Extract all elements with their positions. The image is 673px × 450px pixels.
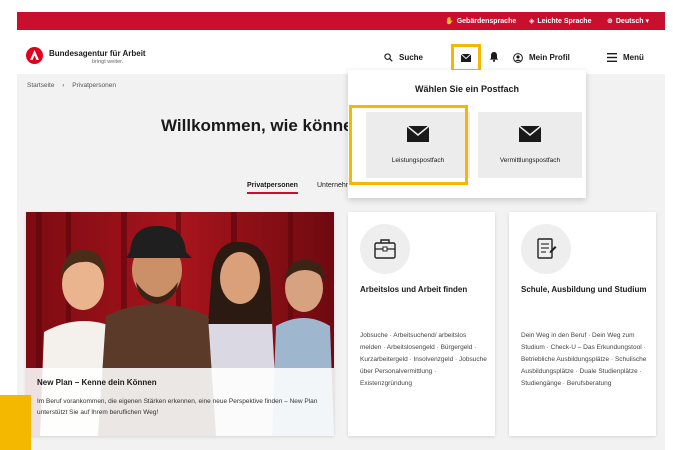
document-icon: [521, 224, 571, 274]
globe-icon: ⊕: [607, 18, 613, 25]
bell-icon[interactable]: [489, 51, 499, 62]
vermittlungspostfach-option[interactable]: Vermittlungspostfach: [478, 112, 582, 178]
highlight-marker: [0, 395, 31, 450]
menu-button[interactable]: Menü: [607, 53, 644, 63]
search-button[interactable]: Suche: [384, 53, 423, 63]
category-links[interactable]: Jobsuche · Arbeitsuchend/ arbeitslos mel…: [360, 330, 488, 390]
breadcrumb: Startseite › Privatpersonen: [27, 82, 122, 89]
dropdown-title: Wählen Sie ein Postfach: [414, 84, 520, 94]
hero-caption: New Plan – Kenne dein Können Im Beruf vo…: [26, 368, 334, 436]
search-icon: [384, 53, 393, 63]
tab-unternehmen[interactable]: Unternehmen: [317, 182, 349, 189]
envelope-icon: [519, 126, 541, 142]
breadcrumb-current: Privatpersonen: [72, 82, 116, 89]
sign-language-link[interactable]: ✋ Gebärdensprache: [445, 17, 516, 25]
chevron-down-icon: ▾: [643, 18, 649, 25]
brand-name[interactable]: Bundesagentur für Arbeit: [49, 49, 146, 58]
category-card-arbeitslos[interactable]: Arbeitslos und Arbeit finden Jobsuche · …: [348, 212, 495, 436]
user-icon: [513, 53, 523, 63]
profile-button[interactable]: Mein Profil: [513, 53, 570, 63]
ba-logo-icon[interactable]: [26, 47, 43, 64]
hero-title[interactable]: New Plan – Kenne dein Können: [37, 378, 157, 387]
highlight-box: [349, 105, 468, 185]
category-title[interactable]: Arbeitslos und Arbeit finden: [360, 284, 488, 296]
mailbox-button[interactable]: [451, 44, 481, 72]
browser-viewport: ✋ Gebärdensprache ◈ Leichte Sprache ⊕ Deuts…: [17, 12, 665, 450]
page-title: Willkommen, wie können: [161, 116, 363, 135]
breadcrumb-home[interactable]: Startseite: [27, 82, 54, 89]
brand-tagline: bringt weiter.: [92, 59, 124, 65]
easy-language-link[interactable]: ◈ Leichte Sprache: [529, 17, 591, 25]
tab-privatpersonen[interactable]: Privatpersonen: [247, 182, 298, 194]
category-card-schule[interactable]: Schule, Ausbildung und Studium Dein Weg …: [509, 212, 656, 436]
chevron-right-icon: ›: [62, 82, 65, 89]
option-label: Vermittlungspostfach: [499, 157, 561, 164]
sign-language-icon: ✋: [445, 18, 454, 25]
category-links[interactable]: Dein Weg in den Beruf · Dein Weg zum Stu…: [521, 330, 649, 390]
hamburger-icon: [607, 53, 617, 63]
hero-teaser[interactable]: New Plan – Kenne dein Können Im Beruf vo…: [26, 212, 334, 436]
hero-description: Im Beruf vorankommen, die eigenen Stärke…: [37, 398, 318, 416]
job-folder-icon: [360, 224, 410, 274]
easy-language-icon: ◈: [529, 18, 535, 25]
utility-bar: ✋ Gebärdensprache ◈ Leichte Sprache ⊕ Deuts…: [17, 12, 665, 30]
envelope-icon: [461, 54, 471, 62]
language-selector[interactable]: ⊕ Deutsch ▾: [607, 17, 649, 25]
category-title[interactable]: Schule, Ausbildung und Studium: [521, 284, 649, 296]
site-header: Bundesagentur für Arbeit bringt weiter. …: [17, 30, 665, 74]
